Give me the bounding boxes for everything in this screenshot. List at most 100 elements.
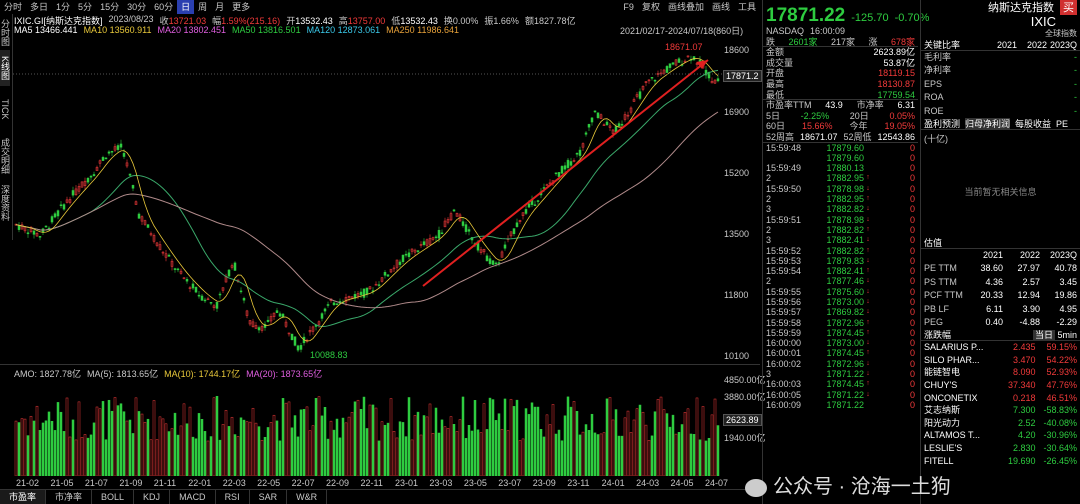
tab-period-8[interactable]: 周 bbox=[194, 0, 211, 14]
candle-body bbox=[335, 303, 339, 306]
volume-bar bbox=[620, 435, 624, 476]
tools-button[interactable]: 工具 bbox=[734, 0, 760, 14]
volume-bar bbox=[146, 418, 150, 476]
candle-body bbox=[26, 232, 30, 235]
mover-row[interactable]: 艾志纳斯 7.300 -58.83% bbox=[921, 404, 1080, 417]
tab-period-5[interactable]: 30分 bbox=[123, 0, 150, 14]
volume-bar bbox=[287, 401, 291, 476]
volume-bar bbox=[293, 415, 297, 476]
tab-net-profit[interactable]: 归母净利润 bbox=[965, 117, 1011, 129]
volume-bar bbox=[482, 403, 486, 476]
volume-bar bbox=[401, 422, 405, 476]
bar-amount: 额1827.78亿 bbox=[524, 16, 576, 26]
tab-period-10[interactable]: 更多 bbox=[228, 0, 254, 14]
volume-bar bbox=[65, 397, 69, 476]
mover-row[interactable]: 阳光动力 2.52 -40.08% bbox=[921, 417, 1080, 430]
volume-bar bbox=[359, 408, 363, 476]
tab-pe-forecast[interactable]: PE bbox=[1056, 118, 1068, 129]
mover-row[interactable]: ONCONETIX 0.218 46.51% bbox=[921, 392, 1080, 405]
view-detail[interactable]: 成交明细 bbox=[0, 132, 10, 180]
volume-bar bbox=[71, 419, 75, 476]
view-fenshi[interactable]: 分时图 bbox=[0, 14, 10, 50]
volume-bar bbox=[140, 413, 144, 476]
volume-bar bbox=[242, 419, 246, 476]
candle-body bbox=[434, 236, 438, 239]
tab-sar[interactable]: SAR bbox=[250, 490, 288, 504]
volume-bar bbox=[479, 432, 483, 476]
volume-bar bbox=[629, 432, 633, 476]
volume-bar bbox=[497, 413, 501, 476]
tab-pb[interactable]: 市净率 bbox=[46, 490, 93, 504]
tick-row: 15:59:51 17878.98 ↓ 0 bbox=[766, 214, 915, 225]
mover-row[interactable]: ALTAMOS T... 4.20 -30.96% bbox=[921, 429, 1080, 442]
volume-bar bbox=[686, 408, 690, 476]
candle-body bbox=[197, 294, 201, 297]
tab-period-4[interactable]: 15分 bbox=[96, 0, 123, 14]
candle-body bbox=[17, 225, 21, 230]
volume-bar bbox=[623, 417, 627, 476]
tab-pe[interactable]: 市盈率 bbox=[0, 490, 47, 504]
tab-rsi[interactable]: RSI bbox=[216, 490, 250, 504]
candle-body bbox=[209, 302, 213, 304]
volume-bar bbox=[380, 421, 384, 476]
tab-5min[interactable]: 5min bbox=[1057, 330, 1077, 340]
volume-bar bbox=[635, 408, 639, 476]
mover-row[interactable]: LESLIE'S 2.830 -30.64% bbox=[921, 442, 1080, 455]
mover-row[interactable]: SALARIUS P... 2.435 59.15% bbox=[921, 341, 1080, 354]
tab-period-6[interactable]: 60分 bbox=[150, 0, 177, 14]
mover-row[interactable]: 能链智电 8.090 52.93% bbox=[921, 366, 1080, 379]
tab-boll[interactable]: BOLL bbox=[92, 490, 135, 504]
volume-bar bbox=[143, 421, 147, 476]
pane-divider bbox=[0, 364, 760, 365]
volume-bar bbox=[392, 430, 396, 476]
view-kline[interactable]: K线图 bbox=[0, 50, 10, 86]
x-tick-13: 23-05 bbox=[463, 478, 487, 488]
overlay-button[interactable]: 画线叠加 bbox=[664, 0, 708, 14]
mover-row[interactable]: FITELL 19.690 -26.45% bbox=[921, 455, 1080, 468]
tab-period-0[interactable]: 分时 bbox=[0, 0, 26, 14]
tick-list[interactable]: 15:59:48 17879.60 0 17879.60 0 15:59:49 17880.… bbox=[763, 143, 918, 411]
buy-button[interactable]: 买 bbox=[1060, 0, 1077, 15]
tick-row: 15:59:53 17879.83 ↓ 0 bbox=[766, 255, 915, 266]
tab-period-9[interactable]: 月 bbox=[211, 0, 228, 14]
candle-body bbox=[56, 210, 60, 217]
adjust-button[interactable]: 复权 bbox=[638, 0, 664, 14]
candle-body bbox=[569, 161, 573, 166]
volume-chart[interactable] bbox=[13, 378, 723, 476]
tab-period-7[interactable]: 日 bbox=[177, 0, 195, 14]
candle-body bbox=[485, 255, 489, 262]
tab-period-2[interactable]: 1分 bbox=[52, 0, 74, 14]
view-depth[interactable]: 深度资料 bbox=[0, 180, 10, 226]
volume-bar bbox=[107, 399, 111, 476]
volume-bar bbox=[179, 425, 183, 476]
volume-bar bbox=[716, 425, 720, 476]
tab-today[interactable]: 当日 bbox=[1032, 330, 1055, 341]
view-tick[interactable]: TICK bbox=[0, 86, 10, 132]
volume-bar bbox=[545, 414, 549, 476]
volume-bar bbox=[137, 411, 141, 476]
candle-body bbox=[242, 298, 246, 301]
draw-button[interactable]: 画线 bbox=[708, 0, 734, 14]
kline-chart[interactable] bbox=[13, 36, 723, 366]
candle-body bbox=[377, 284, 381, 286]
x-tick-3: 21-09 bbox=[119, 478, 143, 488]
mover-row[interactable]: SILO PHAR... 3.470 54.22% bbox=[921, 354, 1080, 367]
candle-body bbox=[593, 110, 597, 113]
mover-row[interactable]: CHUY'S 37.340 47.76% bbox=[921, 379, 1080, 392]
tab-kdj[interactable]: KDJ bbox=[134, 490, 171, 504]
candle-body bbox=[398, 261, 402, 265]
volume-bar bbox=[593, 432, 597, 476]
f9-button[interactable]: F9 bbox=[619, 0, 638, 14]
tab-macd[interactable]: MACD bbox=[170, 490, 216, 504]
candle-body bbox=[32, 230, 36, 235]
tab-period-3[interactable]: 5分 bbox=[74, 0, 96, 14]
candle-body bbox=[359, 291, 363, 296]
volume-bar bbox=[263, 436, 267, 476]
volume-bar bbox=[260, 439, 264, 476]
global-index-link[interactable]: 全球指数 bbox=[921, 28, 1080, 39]
x-tick-10: 22-11 bbox=[360, 478, 383, 488]
tab-period-1[interactable]: 多日 bbox=[26, 0, 52, 14]
candle-body bbox=[239, 290, 243, 293]
tab-eps[interactable]: 每股收益 bbox=[1015, 118, 1051, 129]
tab-wr[interactable]: W&R bbox=[287, 490, 328, 504]
